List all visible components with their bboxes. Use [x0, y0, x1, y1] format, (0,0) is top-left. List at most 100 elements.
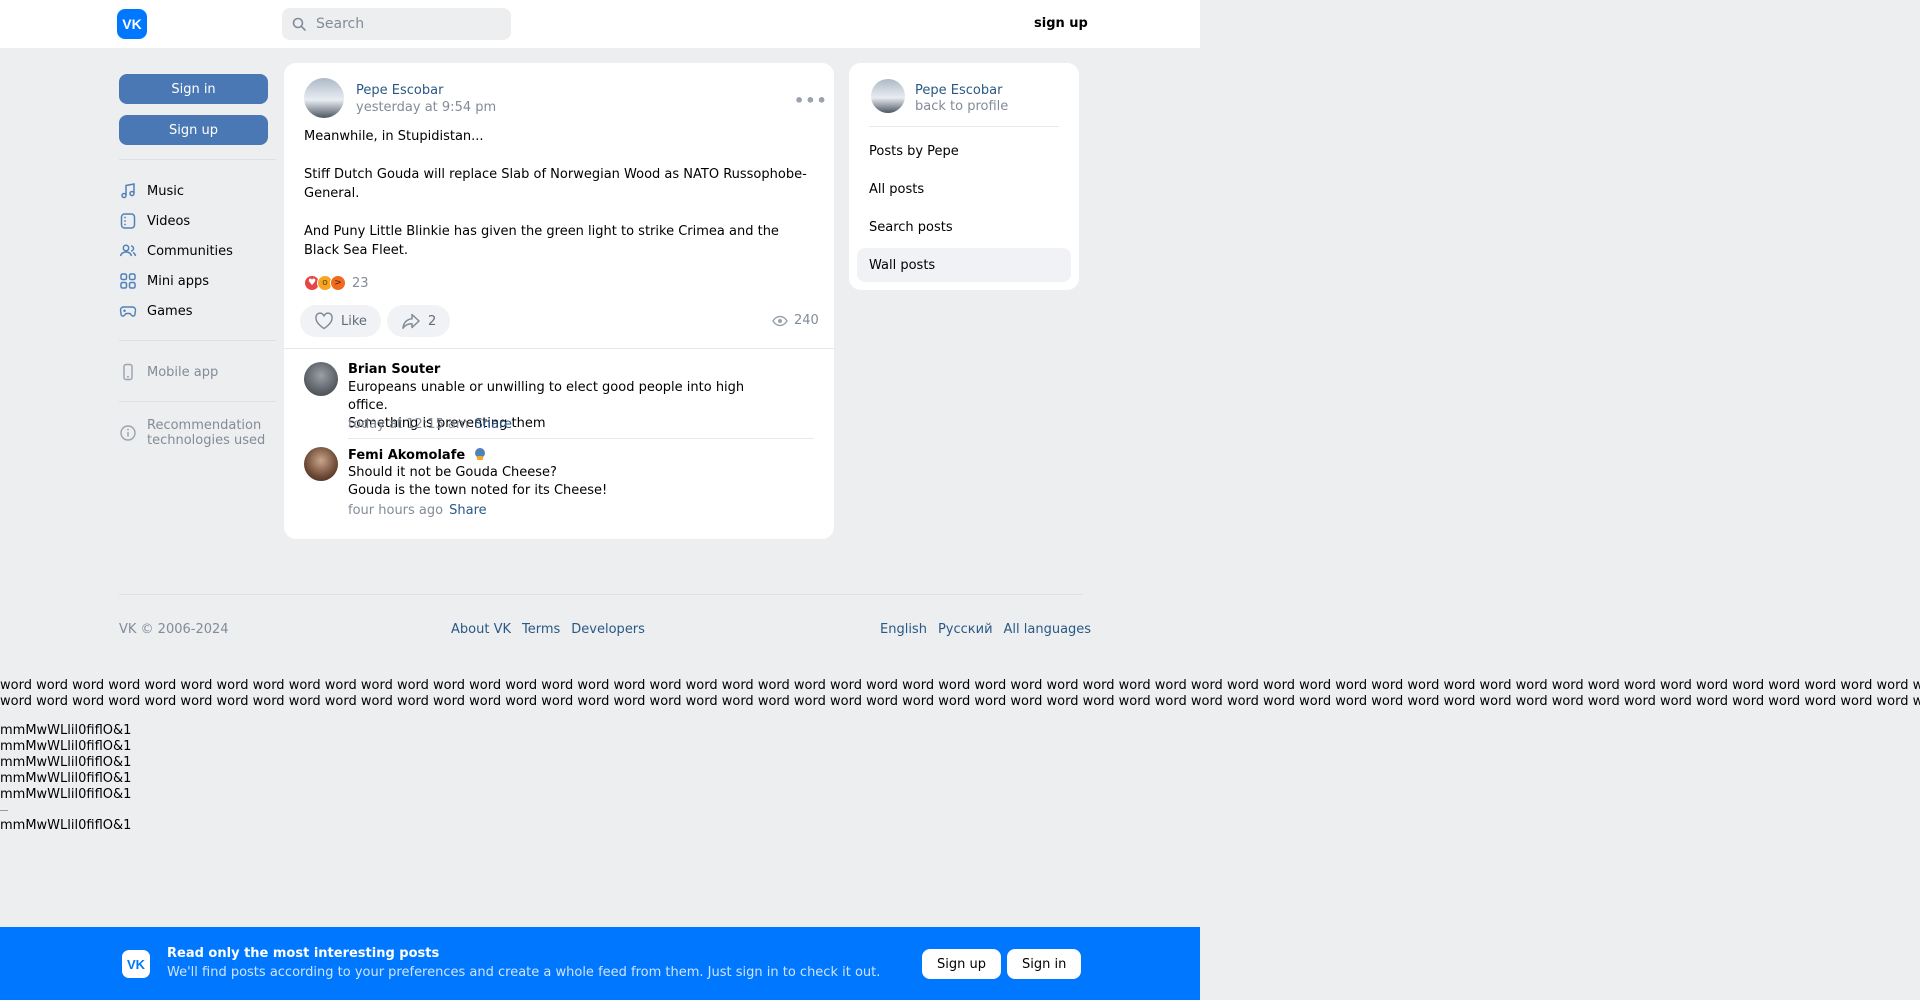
commenter-avatar[interactable] — [304, 362, 338, 396]
nav-item-mini-apps[interactable]: Mini apps — [119, 266, 276, 296]
language-english[interactable]: English — [880, 622, 927, 637]
side-menu-all-posts[interactable]: All posts — [857, 172, 1071, 206]
glyph-line: mmMwWLlil0fiflO&1 — [0, 787, 132, 802]
side-menu-wall-posts[interactable]: Wall posts — [857, 248, 1071, 282]
post-divider — [284, 348, 834, 349]
comment-line: Should it not be Gouda Cheese? — [348, 465, 557, 480]
back-to-profile-link[interactable]: back to profile — [915, 99, 1008, 114]
footer-divider — [119, 594, 1083, 595]
comment-meta: four hours ago Share — [348, 503, 487, 518]
nav-item-videos[interactable]: Videos — [119, 206, 276, 236]
nav-item-communities[interactable]: Communities — [119, 236, 276, 266]
footer-copyright: VK © 2006-2024 — [119, 622, 229, 637]
footer-link-developers[interactable]: Developers — [571, 622, 645, 637]
search-box[interactable] — [282, 8, 511, 40]
angry-reaction-icon: > — [330, 275, 346, 291]
banner-title: Read only the most interesting posts — [167, 946, 440, 961]
users-icon — [119, 244, 137, 257]
glyph-test-block: mmMwWLlil0fiflO&1 mmMwWLlil0fiflO&1 mmMw… — [0, 723, 131, 834]
commenter-avatar[interactable] — [304, 447, 338, 481]
nav-item-label: Mini apps — [147, 273, 210, 289]
nav-item-music[interactable]: Music — [119, 176, 276, 206]
comment-share-link[interactable]: Share — [449, 503, 487, 518]
phone-icon — [123, 363, 133, 381]
banner-signin-button[interactable]: Sign in — [1007, 949, 1082, 979]
language-all[interactable]: All languages — [1004, 622, 1092, 637]
nav-divider — [119, 340, 276, 341]
comment-text: Should it not be Gouda Cheese? Gouda is … — [348, 464, 788, 500]
views: 240 — [772, 313, 819, 328]
heart-icon — [315, 312, 333, 330]
signup-banner: VK Read only the most interesting posts … — [0, 927, 1200, 1000]
profile-avatar[interactable] — [871, 79, 905, 113]
glyph-rule — [0, 810, 8, 811]
video-icon — [120, 213, 136, 229]
side-menu-search-posts[interactable]: Search posts — [857, 210, 1071, 244]
filler-line: word word word word word word word word … — [0, 678, 1920, 693]
footer-languages: English Русский All languages — [880, 622, 1091, 637]
footer-copyright-link[interactable]: VK © 2006-2024 — [119, 622, 229, 637]
side-menu: Posts by Pepe All posts Search posts Wal… — [857, 134, 1071, 286]
profile-name[interactable]: Pepe Escobar — [915, 83, 1002, 98]
profile-side-card: Pepe Escobar back to profile Posts by Pe… — [849, 63, 1079, 290]
side-divider — [869, 126, 1059, 127]
share-button[interactable]: 2 — [387, 305, 451, 337]
reactions-count: 23 — [352, 275, 369, 291]
nav-item-mobile-app[interactable]: Mobile app — [119, 357, 276, 387]
signin-button[interactable]: Sign in — [119, 74, 268, 104]
nav-item-label: Music — [147, 183, 184, 199]
more-options-icon[interactable]: ••• — [794, 91, 828, 110]
footer-link-about[interactable]: About VK — [451, 622, 511, 637]
commenter-name-text: Femi Akomolafe — [348, 448, 466, 463]
comment-divider — [348, 438, 814, 439]
search-input[interactable] — [314, 15, 494, 33]
share-count: 2 — [428, 313, 437, 329]
reactions[interactable]: ♥ o > 23 — [304, 275, 369, 291]
vk-logo[interactable]: VK — [117, 9, 147, 39]
nav-item-label: Videos — [147, 213, 191, 229]
filler-text: word word word word word word word word … — [0, 678, 1920, 710]
nav-item-label: Communities — [147, 243, 233, 259]
nav-item-label: Games — [147, 303, 193, 319]
comment: Femi Akomolafe Should it not be Gouda Ch… — [304, 447, 814, 527]
post-time[interactable]: yesterday at 9:54 pm — [356, 100, 496, 115]
comment-meta: today at 12:15 am Share — [348, 417, 512, 432]
badge-icon — [474, 448, 485, 460]
search-icon — [292, 17, 306, 31]
music-icon — [121, 183, 135, 199]
comment-share-link[interactable]: Share — [475, 417, 513, 432]
info-icon — [120, 425, 136, 441]
recommendation-line-1: Recommendation — [147, 418, 262, 433]
banner-signup-button[interactable]: Sign up — [922, 949, 1001, 979]
nav-item-label: Recommendation technologies used — [147, 418, 265, 448]
signup-button[interactable]: Sign up — [119, 115, 268, 145]
comment: Brian Souter Europeans unable or unwilli… — [304, 362, 814, 442]
commenter-name[interactable]: Femi Akomolafe — [348, 447, 487, 463]
like-button[interactable]: Like — [300, 305, 381, 337]
share-icon — [402, 313, 420, 329]
post-author[interactable]: Pepe Escobar — [356, 83, 443, 98]
grid-icon — [120, 273, 136, 289]
author-avatar[interactable] — [304, 78, 344, 118]
language-russian[interactable]: Русский — [938, 622, 993, 637]
comment-time[interactable]: today at 12:15 am — [348, 417, 469, 432]
glyph-line: mmMwWLlil0fiflO&1 — [0, 723, 132, 738]
comment-time[interactable]: four hours ago — [348, 503, 443, 518]
commenter-name[interactable]: Brian Souter — [348, 362, 440, 377]
side-menu-posts-by-pepe[interactable]: Posts by Pepe — [857, 134, 1071, 168]
post-text: Meanwhile, in Stupidistan... Stiff Dutch… — [304, 127, 814, 279]
glyph-line: mmMwWLlil0fiflO&1 — [0, 818, 132, 833]
post-paragraph: Meanwhile, in Stupidistan... — [304, 129, 484, 144]
left-nav: Sign in Sign up Music Videos Communities… — [119, 74, 276, 448]
nav-item-label: Mobile app — [147, 364, 219, 380]
footer-link-terms[interactable]: Terms — [522, 622, 560, 637]
post-paragraph: Stiff Dutch Gouda will replace Slab of N… — [304, 167, 807, 201]
nav-item-games[interactable]: Games — [119, 296, 276, 326]
header-signup-link[interactable]: sign up — [1034, 16, 1088, 31]
nav-item-recommendations[interactable]: Recommendation technologies used — [119, 418, 276, 448]
nav-divider — [119, 401, 276, 402]
banner-subtitle: We'll find posts according to your prefe… — [167, 965, 881, 980]
views-count: 240 — [794, 313, 819, 328]
top-bar: VK sign up — [0, 0, 1200, 48]
footer-links: About VK Terms Developers — [451, 622, 645, 637]
